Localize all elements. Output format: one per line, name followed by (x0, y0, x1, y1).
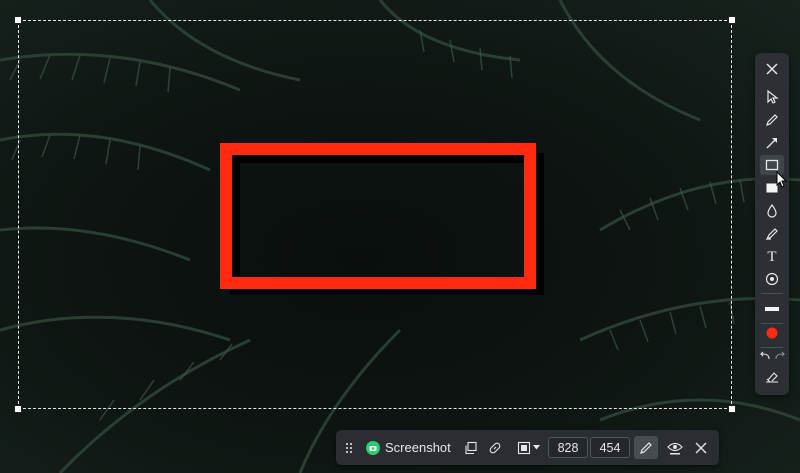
annotate-button[interactable] (634, 436, 658, 459)
resize-handle-top-left[interactable] (14, 16, 22, 24)
chevron-down-icon (532, 445, 540, 450)
resize-handle-bottom-left[interactable] (14, 405, 22, 413)
toolbar-separator (761, 293, 783, 294)
pencil-icon[interactable] (760, 110, 784, 130)
drop-icon[interactable] (760, 201, 784, 221)
capture-bottom-bar: Screenshot 828 454 (336, 430, 719, 465)
toolbar-separator (761, 347, 783, 348)
copy-icon[interactable] (460, 430, 482, 465)
resize-handle-top-right[interactable] (728, 16, 736, 24)
pencil-icon (640, 441, 652, 454)
cursor-arrow-icon[interactable] (760, 87, 784, 107)
region-mode-dropdown[interactable] (512, 430, 544, 465)
rectangle-annotation[interactable] (220, 143, 536, 289)
text-icon[interactable]: T (760, 247, 784, 267)
width-field[interactable]: 828 (548, 437, 588, 458)
eraser-icon[interactable] (760, 367, 784, 387)
link-icon[interactable] (484, 430, 506, 465)
highlighter-icon[interactable] (760, 224, 784, 244)
close-icon[interactable] (760, 59, 784, 79)
camera-icon (366, 440, 380, 455)
screenshot-mode-label: Screenshot (385, 440, 451, 455)
region-icon (517, 441, 530, 454)
color-picker-swatch[interactable] (760, 323, 784, 343)
redo-icon[interactable] (772, 349, 787, 363)
annotation-toolbar: T (755, 53, 789, 395)
text-tool-glyph: T (767, 248, 777, 265)
preview-eye-icon[interactable] (664, 430, 686, 465)
resize-handle-bottom-right[interactable] (728, 405, 736, 413)
undo-icon[interactable] (757, 349, 772, 363)
screenshot-mode-button[interactable]: Screenshot (366, 430, 454, 465)
step-marker-icon[interactable] (760, 269, 784, 289)
line-thickness-icon[interactable] (760, 299, 784, 319)
height-field[interactable]: 454 (590, 437, 630, 458)
mouse-cursor-icon (776, 170, 788, 194)
drag-handle-icon[interactable] (340, 430, 358, 465)
arrow-icon[interactable] (760, 133, 784, 153)
close-capture-icon[interactable] (690, 430, 712, 465)
